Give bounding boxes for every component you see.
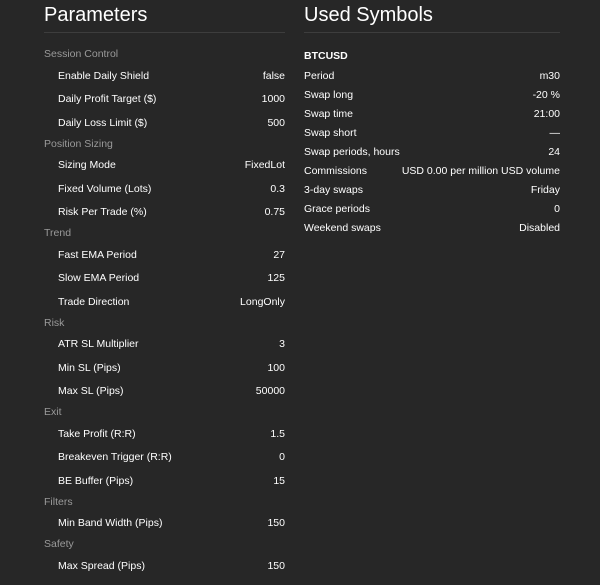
used-symbols-panel: Used Symbols BTCUSD Period m30 Swap long -2… (304, 0, 560, 237)
parameter-row: Enable Daily Shield false (44, 64, 285, 88)
parameter-value: 100 (267, 361, 285, 374)
symbol-property-row: Swap time 21:00 (304, 104, 560, 123)
parameter-label: BE Buffer (Pips) (58, 474, 134, 487)
parameter-group-label: Risk (44, 316, 65, 329)
parameter-label: Min Band Width (Pips) (58, 517, 163, 530)
parameter-group-label: Exit (44, 406, 62, 418)
parameters-title: Parameters (44, 0, 285, 33)
parameter-group-label: Trend (44, 227, 72, 239)
symbol-property-label: Period (304, 69, 335, 82)
parameter-label: ATR SL Multiplier (58, 338, 139, 351)
parameter-label: Slow EMA Period (58, 272, 140, 285)
parameter-value: LongOnly (240, 295, 285, 308)
used-symbols-title: Used Symbols (304, 0, 560, 33)
symbol-property-value: Friday (530, 183, 560, 196)
parameter-row: Daily Loss Limit ($) 500 (44, 111, 285, 135)
parameter-value: false (262, 69, 285, 82)
symbol-property-row: Period m30 (304, 66, 560, 85)
parameter-value: 1000 (261, 93, 285, 106)
parameter-label: Min SL (Pips) (58, 361, 121, 374)
symbol-property-value: 0 (554, 202, 560, 215)
parameter-group-label: Safety (44, 538, 74, 550)
symbol-property-value: Disabled (519, 221, 560, 234)
parameter-row: BE Buffer (Pips) 15 (44, 469, 285, 493)
parameter-row: Fixed Volume (Lots) 0.3 (44, 177, 285, 201)
symbol-property-label: Swap long (304, 88, 354, 101)
parameter-row: Breakeven Trigger (R:R) 0 (44, 446, 285, 470)
symbol-property-row: Weekend swaps Disabled (304, 218, 560, 237)
parameter-value: FixedLot (244, 159, 285, 172)
parameter-label: Enable Daily Shield (58, 69, 150, 82)
symbol-property-row: Swap periods, hours 24 (304, 142, 560, 161)
parameter-row: Daily Profit Target ($) 1000 (44, 88, 285, 112)
parameter-value: 27 (273, 248, 285, 261)
parameter-row: Min SL (Pips) 100 (44, 356, 285, 380)
symbol-property-value: USD 0.00 per million USD volume (401, 164, 560, 177)
parameter-value: 125 (267, 272, 285, 285)
parameter-value: 150 (267, 517, 285, 530)
parameters-panel: Parameters Session Control Enable Daily S… (44, 0, 285, 578)
parameter-row: Max Spread (Pips) 150 (44, 554, 285, 578)
parameter-row: Take Profit (R:R) 1.5 (44, 422, 285, 446)
symbol-property-row: Swap long -20 % (304, 85, 560, 104)
parameter-group-label: Session Control (44, 48, 119, 60)
parameter-value: 15 (273, 474, 285, 487)
parameter-label: Daily Profit Target ($) (58, 93, 157, 106)
parameter-value: 150 (267, 559, 285, 572)
parameter-value: 0.75 (264, 206, 285, 219)
parameter-row: Fast EMA Period 27 (44, 243, 285, 267)
parameter-row: Risk Per Trade (%) 0.75 (44, 201, 285, 225)
parameter-label: Max Spread (Pips) (58, 559, 145, 572)
symbol-property-label: Swap short (304, 126, 357, 139)
symbol-property-label: Swap time (304, 107, 354, 120)
symbol-property-label: Swap periods, hours (304, 145, 400, 158)
parameter-label: Fast EMA Period (58, 248, 137, 261)
symbol-property-label: Grace periods (304, 202, 370, 215)
parameter-row: Slow EMA Period 125 (44, 267, 285, 291)
parameter-value: 500 (267, 116, 285, 129)
parameters-groups: Session Control Enable Daily Shield false D… (44, 45, 285, 578)
symbol-property-row: Swap short — (304, 123, 560, 142)
parameter-label: Sizing Mode (58, 159, 116, 172)
parameter-label: Fixed Volume (Lots) (58, 182, 152, 195)
parameter-label: Breakeven Trigger (R:R) (58, 451, 172, 464)
symbol-property-row: 3-day swaps Friday (304, 180, 560, 199)
parameter-row: Sizing Mode FixedLot (44, 154, 285, 178)
parameter-group-label: Position Sizing (44, 137, 113, 150)
parameter-value: 50000 (255, 385, 285, 398)
symbol-property-value: m30 (539, 69, 560, 82)
symbol-property-value: 24 (548, 145, 560, 158)
symbol-property-value: 21:00 (533, 107, 560, 120)
parameter-value: 0 (279, 451, 285, 464)
symbol-property-label: Commissions (304, 164, 368, 177)
symbol-property-row: Grace periods 0 (304, 199, 560, 218)
parameter-row: ATR SL Multiplier 3 (44, 333, 285, 357)
parameter-value: 0.3 (270, 182, 285, 195)
symbol-name: BTCUSD (304, 50, 348, 62)
parameter-row: Max SL (Pips) 50000 (44, 380, 285, 404)
parameter-label: Trade Direction (58, 295, 130, 308)
parameter-row: Trade Direction LongOnly (44, 290, 285, 314)
symbol-property-label: 3-day swaps (304, 183, 363, 196)
symbol-property-label: Weekend swaps (304, 221, 381, 234)
symbol-property-value: -20 % (532, 88, 560, 101)
parameter-label: Risk Per Trade (%) (58, 206, 147, 219)
parameter-label: Take Profit (R:R) (58, 427, 136, 440)
parameter-label: Daily Loss Limit ($) (58, 116, 148, 129)
parameter-value: 1.5 (270, 427, 285, 440)
parameter-group-label: Filters (44, 495, 73, 508)
parameter-value: 3 (279, 338, 285, 351)
parameter-label: Max SL (Pips) (58, 385, 124, 398)
parameter-row: Min Band Width (Pips) 150 (44, 512, 285, 536)
symbol-properties: Period m30 Swap long -20 % Swap time 21:00 Swa… (304, 66, 560, 237)
symbol-property-value: — (549, 126, 561, 139)
symbol-property-row: Commissions USD 0.00 per million USD volu… (304, 161, 560, 180)
